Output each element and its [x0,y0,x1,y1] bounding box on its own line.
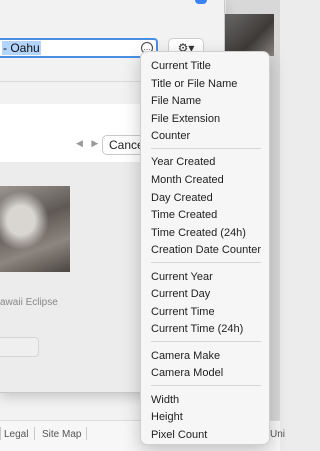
footer-edge-text[interactable]: Uni [270,429,285,440]
menu-item-time-created-24h[interactable]: Time Created (24h) [151,226,246,240]
footer-separator [0,427,1,440]
menu-item-creation-date-counter[interactable]: Creation Date Counter [151,243,261,257]
filename-format-input[interactable]: - Oahu [0,38,158,58]
menu-item-height[interactable]: Height [151,410,183,424]
footer-link-site-map[interactable]: Site Map [42,429,81,440]
menu-item-current-title[interactable]: Current Title [151,59,211,73]
photo-caption: awaii Eclipse [0,297,58,308]
menu-item-current-time[interactable]: Current Time [151,305,215,319]
menu-item-title-or-file-name[interactable]: Title or File Name [151,77,237,91]
disabled-field [0,337,39,357]
background-thumbnail [224,14,274,56]
menu-separator [151,385,261,386]
menu-item-file-extension[interactable]: File Extension [151,112,220,126]
photo-thumbnail[interactable] [0,186,70,272]
menu-item-current-day[interactable]: Current Day [151,287,210,301]
dialog-header [0,0,224,27]
menu-item-pixel-count[interactable]: Pixel Count [151,428,207,442]
menu-item-camera-make[interactable]: Camera Make [151,349,220,363]
menu-item-time-created[interactable]: Time Created [151,208,217,222]
token-menu: Current Title Title or File Name File Na… [140,51,270,445]
menu-item-current-time-24h[interactable]: Current Time (24h) [151,322,243,336]
menu-separator [151,341,261,342]
menu-item-file-name[interactable]: File Name [151,94,201,108]
footer-separator [34,427,35,440]
footer-link-legal[interactable]: Legal [4,429,28,440]
menu-item-year-created[interactable]: Year Created [151,155,215,169]
menu-item-current-year[interactable]: Current Year [151,270,213,284]
menu-item-width[interactable]: Width [151,393,179,407]
menu-separator [151,148,261,149]
menu-item-month-created[interactable]: Month Created [151,173,224,187]
menu-item-day-created[interactable]: Day Created [151,191,213,205]
menu-separator [151,262,261,263]
prev-next-arrows-icon[interactable]: ◀ ▶ [76,138,101,149]
menu-item-counter[interactable]: Counter [151,129,190,143]
selected-text: - Oahu [2,41,41,55]
menu-item-camera-model[interactable]: Camera Model [151,366,223,380]
footer-separator [86,427,87,440]
